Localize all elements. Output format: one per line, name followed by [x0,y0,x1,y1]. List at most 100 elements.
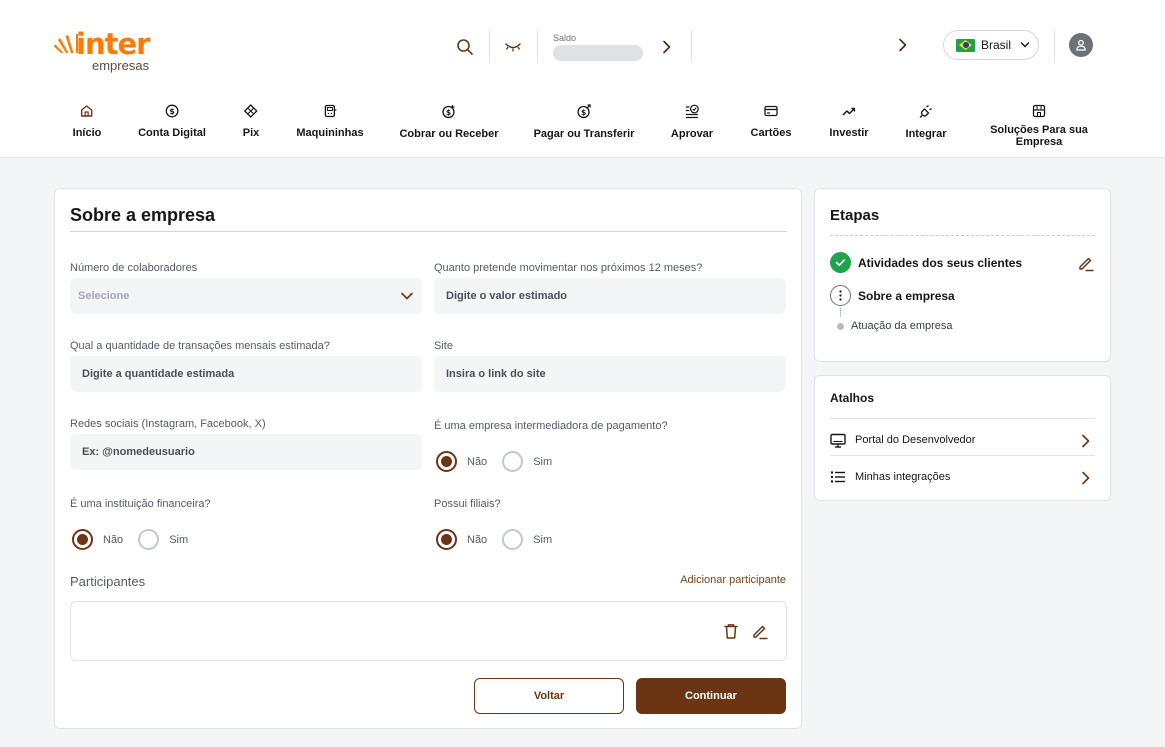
main-nav: Início $ Conta Digital Pix Maquininhas $… [0,104,1165,156]
chevron-right-icon [1082,434,1090,448]
chevron-down-icon [401,292,413,300]
logo-wordmark: inter [76,27,150,61]
check-circle-icon [830,252,851,273]
nav-label: Investir [829,127,869,139]
eye-closed-icon[interactable] [503,37,523,57]
radio-label-nao: Não [467,455,488,468]
radio-label-sim: Sim [533,455,553,468]
user-avatar[interactable] [1069,33,1093,57]
nav-item-inicio[interactable]: Início [72,104,102,139]
nav-item-cartoes[interactable]: Cartões [750,104,792,139]
shortcut-label: Portal do Desenvolvedor [855,434,976,446]
chevron-right-icon[interactable] [894,35,912,55]
nav-item-conta-digital[interactable]: $ Conta Digital [138,104,206,139]
financeira-label: É uma instituição financeira? [70,498,211,510]
saldo-label: Saldo [553,33,577,43]
nav-label: Aprovar [670,128,714,140]
top-header: inter empresas Saldo Brasil Início $ Con… [0,0,1165,158]
nav-label: Cartões [750,127,792,139]
nav-item-pagar-transferir[interactable]: $ Pagar ou Transferir [534,104,634,140]
transacoes-placeholder: Digite a quantidade estimada [82,368,235,380]
redes-placeholder: Ex: @nomedeusuario [82,446,195,458]
participant-item [70,601,787,661]
filiais-radio-nao[interactable] [436,529,457,550]
store-icon [1032,104,1046,118]
site-input[interactable]: Insira o link do site [434,356,786,392]
nav-label: Início [72,127,102,139]
pencil-icon[interactable] [751,623,768,640]
country-selector[interactable]: Brasil [943,30,1039,60]
filiais-radio-group: Não Sim [436,529,567,550]
radio-label-sim: Sim [169,533,189,546]
edit-step-icon[interactable] [1077,255,1094,272]
monitor-icon [830,433,846,448]
receive-money-icon: $ [442,105,455,119]
transacoes-label: Qual a quantidade de transações mensais … [70,340,330,352]
nav-label: Cobrar ou Receber [399,128,499,140]
more-vertical-icon [830,285,851,306]
radio-label-sim: Sim [533,533,553,546]
add-participant-link[interactable]: Adicionar participante [680,574,786,586]
shortcut-label: Minhas integrações [855,471,951,483]
pending-dot [837,322,844,330]
financeira-radio-nao[interactable] [72,529,93,550]
site-label: Site [434,340,453,352]
radio-label-nao: Não [103,533,124,546]
nav-item-cobrar-receber[interactable]: $ Cobrar ou Receber [399,104,499,140]
user-icon [1076,39,1086,51]
nav-item-aprovar[interactable]: Aprovar [671,104,713,140]
movimentar-placeholder: Digite o valor estimado [446,290,568,302]
steps-card: Etapas Atividades dos seus clientes Sobr… [814,188,1111,362]
nav-label: Integrar [905,128,947,140]
intermediadora-radio-nao[interactable] [436,451,457,472]
inter-logo[interactable]: inter empresas [54,27,164,74]
filiais-radio-sim[interactable] [502,529,524,550]
steps-divider [830,235,1095,236]
chevron-right-icon [1082,471,1090,485]
intermediadora-label: É uma empresa intermediadora de pagament… [434,420,668,432]
colaboradores-select[interactable]: Selecione [70,278,422,314]
home-icon [81,105,93,117]
shortcut-portal-desenvolvedor[interactable]: Portal do Desenvolvedor [830,422,1095,458]
header-divider [1054,30,1055,62]
nav-item-maquininhas[interactable]: Maquininhas [296,104,364,139]
shortcuts-divider [830,455,1095,456]
nav-item-pix[interactable]: Pix [242,104,260,139]
movimentar-label: Quanto pretende movimentar nos próximos … [434,262,703,274]
intermediadora-radio-sim[interactable] [502,451,524,472]
back-button[interactable]: Voltar [474,678,624,714]
radio-label-nao: Não [467,533,488,546]
chevron-right-icon[interactable] [658,37,676,57]
header-divider [691,30,692,62]
transacoes-input[interactable]: Digite a quantidade estimada [70,356,422,392]
trash-icon[interactable] [723,623,739,640]
colaboradores-placeholder: Selecione [78,290,130,302]
redes-input[interactable]: Ex: @nomedeusuario [70,434,422,470]
page-title: Sobre a empresa [70,205,216,225]
dollar-circle-icon: $ [165,104,179,118]
step-label: Atividades dos seus clientes [858,255,1023,270]
search-icon[interactable] [455,37,475,57]
shortcut-minhas-integracoes[interactable]: Minhas integrações [830,459,1095,495]
company-form-card: Sobre a empresa Número de colaboradores … [54,188,802,729]
header-divider [537,30,538,62]
nav-item-solucoes[interactable]: Soluções Para sua Empresa [983,104,1095,148]
financeira-radio-sim[interactable] [138,529,160,550]
movimentar-input[interactable]: Digite o valor estimado [434,278,786,314]
colaboradores-label: Número de colaboradores [70,262,198,274]
nav-label: Soluções Para sua Empresa [990,124,1088,148]
country-label: Brasil [981,38,1012,52]
participantes-title: Participantes [70,574,146,589]
intermediadora-radio-group: Não Sim [436,451,567,472]
shortcuts-divider [830,418,1095,419]
nav-item-investir[interactable]: Investir [829,104,869,139]
title-divider [70,231,787,232]
continue-button[interactable]: Continuar [636,678,786,714]
step-item-done: Atividades dos seus clientes [830,252,1022,273]
nav-item-integrar[interactable]: Integrar [905,104,947,140]
nav-label: Pix [242,127,260,139]
pos-terminal-icon [324,104,336,118]
logo-rays-icon [54,34,78,53]
shortcuts-title: Atalhos [830,391,875,405]
nav-label: Maquininhas [296,127,364,139]
